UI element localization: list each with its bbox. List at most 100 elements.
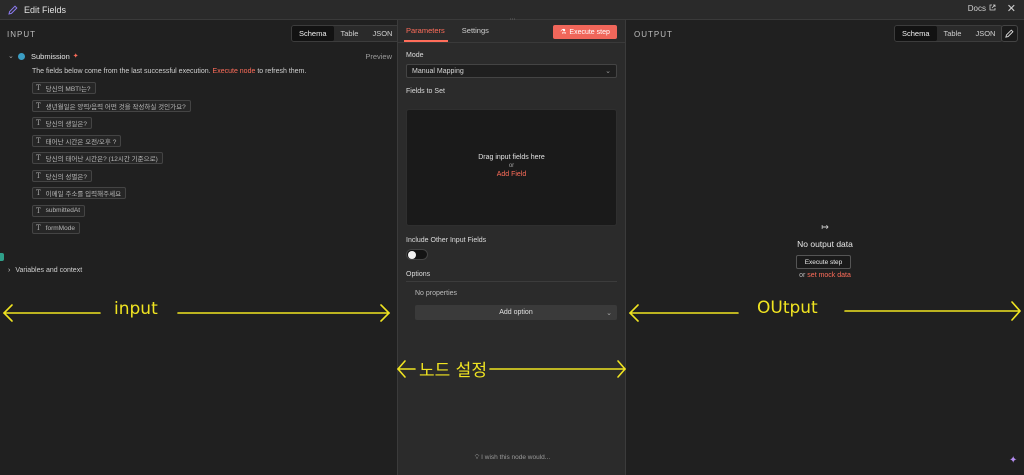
execute-step-label: Execute step — [569, 28, 610, 36]
field-pill[interactable]: T 당신의 태어난 시간은? (12시간 기준으로) — [32, 152, 163, 164]
tab-settings[interactable]: Settings — [462, 26, 489, 35]
pencil-icon — [7, 4, 18, 15]
field-label: formMode — [45, 224, 75, 232]
drop-or: or — [508, 163, 515, 169]
options-divider — [406, 281, 617, 282]
options-label: Options — [406, 271, 431, 278]
text-type-icon: T — [36, 206, 41, 215]
drag-handle-icon[interactable]: ⋯ — [507, 16, 518, 23]
node-settings-panel: ⋯ Parameters Settings ⚗ Execute step Mod… — [397, 17, 627, 475]
field-label: 당신의 성별은? — [45, 173, 87, 181]
add-option-label: Add option — [499, 309, 533, 316]
node-name: Submission — [31, 51, 70, 61]
mock-data-row: or set mock data — [626, 272, 1024, 279]
text-type-icon: T — [36, 101, 41, 110]
tab-schema[interactable]: Schema — [292, 26, 334, 41]
schema-field-list: T 당신의 MBTI는? T 생년월일은 양력/음력 어떤 것을 작성하실 것인가요… — [32, 82, 191, 240]
drop-hint: Drag input fields here — [478, 154, 545, 161]
or-text: or — [799, 272, 806, 279]
text-type-icon: T — [36, 119, 41, 127]
tab-json[interactable]: JSON — [365, 26, 399, 41]
execute-step-button[interactable]: ⚗ Execute step — [553, 25, 617, 39]
toggle-knob — [408, 251, 416, 259]
field-pill[interactable]: T 이메일 주소를 입력해주세요 — [32, 187, 127, 199]
output-execute-label: Execute step — [804, 258, 843, 266]
field-label: 이메일 주소를 입력해주세요 — [45, 191, 122, 198]
lightbulb-icon: 💡︎ — [474, 454, 480, 461]
field-label: 태어난 시간은 오전/오후 ? — [45, 138, 117, 146]
input-section-title: INPUT — [7, 30, 36, 39]
text-type-icon: T — [36, 224, 41, 232]
field-pill[interactable]: T 당신의 MBTI는? — [32, 82, 96, 94]
tab-table[interactable]: Table — [937, 26, 969, 41]
preview-label: Preview — [365, 51, 392, 61]
include-other-fields-toggle[interactable] — [406, 249, 428, 260]
execute-node-link[interactable]: Execute node — [213, 68, 256, 75]
feedback-text: I wish this node would... — [481, 454, 551, 461]
fields-to-set-label: Fields to Set — [406, 88, 445, 95]
field-pill[interactable]: T 당신의 성별은? — [32, 169, 92, 182]
output-panel: OUTPUT Schema Table JSON ↦ No output dat… — [626, 20, 1024, 475]
field-label: 당신의 MBTI는? — [45, 86, 91, 93]
mode-value: Manual Mapping — [412, 67, 464, 75]
trigger-star-icon: ✦ — [72, 53, 79, 60]
mode-label: Mode — [406, 52, 424, 59]
tab-parameters[interactable]: Parameters — [406, 26, 445, 35]
variables-context-row[interactable]: › Variables and context — [8, 267, 82, 274]
panel-drag-handle[interactable] — [0, 253, 4, 261]
annotation-node-settings: 노드 설정 — [419, 361, 487, 381]
field-pill[interactable]: TformMode — [32, 222, 80, 234]
tab-json[interactable]: JSON — [968, 26, 1002, 41]
output-section-title: OUTPUT — [634, 30, 673, 39]
field-pill[interactable]: T 당신의 생일은? — [32, 117, 92, 129]
arrow-right-to-line-icon: ↦ — [821, 222, 829, 232]
text-type-icon: T — [36, 189, 41, 197]
docs-link[interactable]: Docs — [968, 4, 996, 13]
field-pill[interactable]: TsubmittedAt — [32, 204, 85, 217]
fields-drop-zone[interactable]: Drag input fields here or Add Field — [406, 109, 617, 226]
chevron-down-icon: ⌄ — [605, 68, 611, 75]
note-text-end: to refresh them. — [257, 68, 307, 75]
input-view-tabs: Schema Table JSON — [291, 25, 401, 42]
feedback-link[interactable]: 💡︎ I wish this node would... — [398, 454, 627, 462]
field-label: 당신의 생일은? — [45, 121, 87, 128]
input-panel: INPUT Schema Table JSON ⌄ Submission ✦ P… — [0, 20, 401, 475]
add-option-button[interactable]: Add option ⌄ — [415, 305, 617, 320]
no-output-title: No output data — [797, 239, 853, 249]
refresh-note: The fields below come from the last succ… — [32, 68, 306, 75]
external-link-icon — [989, 4, 996, 13]
node-icon — [18, 52, 25, 60]
no-properties-text: No properties — [415, 290, 458, 297]
output-execute-step-button[interactable]: Execute step — [796, 255, 851, 269]
edit-output-button[interactable] — [1001, 25, 1018, 42]
text-type-icon: T — [36, 154, 41, 162]
add-field-link[interactable]: Add Field — [407, 171, 616, 178]
include-other-fields-label: Include Other Input Fields — [406, 237, 487, 244]
tab-table[interactable]: Table — [334, 26, 366, 41]
tab-schema[interactable]: Schema — [895, 26, 937, 41]
field-label: 당신의 태어난 시간은? (12시간 기준으로) — [45, 156, 158, 163]
chevron-right-icon: › — [8, 267, 11, 274]
text-type-icon: T — [36, 136, 41, 145]
docs-label: Docs — [967, 4, 986, 13]
field-label: submittedAt — [45, 207, 80, 214]
submission-node-row[interactable]: ⌄ Submission ✦ Preview — [8, 50, 392, 62]
text-type-icon: T — [36, 171, 41, 180]
field-pill[interactable]: T 태어난 시간은 오전/오후 ? — [32, 134, 122, 147]
field-pill[interactable]: T 생년월일은 양력/음력 어떤 것을 작성하실 것인가요? — [32, 99, 191, 112]
mode-select[interactable]: Manual Mapping ⌄ — [406, 64, 617, 78]
annotation-output: OUtput — [757, 298, 818, 318]
chevron-down-icon[interactable]: ⌄ — [8, 52, 18, 60]
ai-assistant-icon[interactable]: ✦ — [1009, 455, 1017, 466]
flask-icon: ⚗ — [560, 29, 567, 36]
annotation-input: input — [114, 299, 158, 319]
node-tabs: Parameters Settings — [406, 26, 489, 35]
output-view-tabs: Schema Table JSON — [894, 25, 1004, 42]
set-mock-data-link[interactable]: set mock data — [807, 272, 851, 279]
edit-fields-window: Edit Fields Docs ✕ INPUT Schema Table JS… — [0, 0, 1024, 475]
note-text: The fields below come from the last succ… — [32, 68, 211, 75]
variables-label: Variables and context — [15, 267, 83, 274]
close-icon[interactable]: ✕ — [1007, 3, 1016, 15]
pencil-icon — [1005, 25, 1014, 43]
tabs-divider — [398, 42, 626, 43]
